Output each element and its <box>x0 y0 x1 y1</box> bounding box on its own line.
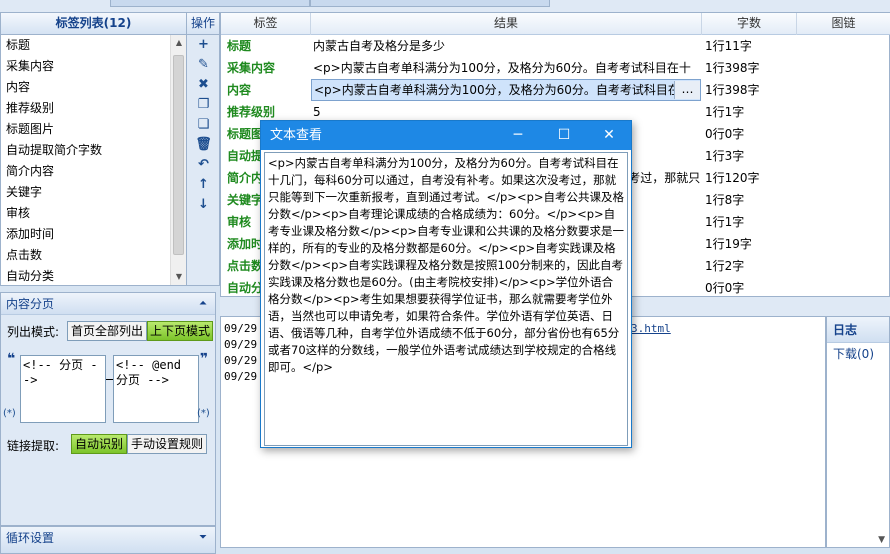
mode-all-button[interactable]: 首页全部列出 <box>67 321 147 341</box>
row-count: 1行19字 <box>705 237 752 251</box>
table-row[interactable]: 标题 内蒙古自考及格分是多少 1行11字 <box>221 35 890 57</box>
log-sidebar: 日志 下载(0) ▼ <box>826 316 890 548</box>
tag-list-scrollbar[interactable]: ▲ ▼ <box>170 35 186 285</box>
mode-prevnext-button[interactable]: 上下页模式 <box>147 321 213 341</box>
row-count: 1行1字 <box>705 215 745 229</box>
delete-icon[interactable]: ✖ <box>187 75 220 95</box>
page-start-marker-input[interactable]: <!-- 分页 --> <box>20 355 106 423</box>
row-count: 0行0字 <box>705 127 745 141</box>
row-count: 1行2字 <box>705 259 745 273</box>
col-chain[interactable]: 图链 <box>797 13 890 35</box>
log-line: 09/29 <box>224 354 258 367</box>
row-result[interactable]: 内蒙古自考及格分是多少 <box>313 35 701 57</box>
app-window: 标签列表(12) 标题 采集内容 内容 推荐级别 标题图片 自动提取简介字数 简介内容 关键字… <box>0 0 890 554</box>
tag-list-title: 标签列表(12) <box>1 13 186 35</box>
tag-list-item[interactable]: 采集内容 <box>1 56 171 77</box>
log-title: 日志 <box>827 317 889 343</box>
link-extract-label: 链接提取: <box>7 439 60 453</box>
operation-toolbar: 操作 + ✎ ✖ ❐ ❏ 🗑 ↶ ↑ ↓ <box>187 12 220 286</box>
tag-list-item[interactable]: 添加时间 <box>1 224 171 245</box>
row-result-text: 内蒙古自考及格分是多少 <box>313 39 446 53</box>
loop-settings-header[interactable]: 循环设置 ⏷ <box>0 526 216 554</box>
col-result[interactable]: 结果 <box>311 13 702 35</box>
log-link[interactable]: 3.html <box>631 322 671 335</box>
loop-title: 循环设置 <box>6 531 55 545</box>
copy-icon[interactable]: ❐ <box>187 95 220 115</box>
log-line: 09/29 <box>224 370 258 383</box>
row-count: 1行120字 <box>705 171 760 185</box>
tag-list-item[interactable]: 点击数 <box>1 245 171 266</box>
tag-list-item[interactable]: 内容 <box>1 77 171 98</box>
table-row[interactable]: 内容 <p>内蒙古自考单科满分为100分，及格分为60分。自考考试科目在十… 1行3… <box>221 79 890 101</box>
row-tag: 内容 <box>227 83 252 97</box>
arrow-down-icon[interactable]: ↓ <box>187 195 220 215</box>
col-count[interactable]: 字数 <box>702 13 797 35</box>
row-count: 1行398字 <box>705 83 760 97</box>
arrow-up-icon[interactable]: ↑ <box>187 175 220 195</box>
tag-list[interactable]: 标题 采集内容 内容 推荐级别 标题图片 自动提取简介字数 简介内容 关键字 审核 添加时间 点击数… <box>1 35 171 285</box>
toolbar-title: 操作 <box>187 13 219 35</box>
trash-icon[interactable]: 🗑 <box>187 135 220 155</box>
paging-header[interactable]: 内容分页 ⏶ <box>1 293 215 315</box>
paging-title: 内容分页 <box>6 297 55 311</box>
tag-list-item[interactable]: 审核 <box>1 203 171 224</box>
scroll-up-icon[interactable]: ▲ <box>171 35 187 51</box>
more-button[interactable]: … <box>674 81 700 99</box>
dialog-title: 文本查看 <box>270 128 323 143</box>
tag-list-item[interactable]: 自动分类 <box>1 266 171 285</box>
tag-list-item[interactable]: 标题图片 <box>1 119 171 140</box>
tag-list-item[interactable]: 简介内容 <box>1 161 171 182</box>
page-end-marker-input[interactable]: <!-- @end 分页 --> <box>113 355 199 423</box>
content-paging-panel: 内容分页 ⏶ 列出模式: 首页全部列出 上下页模式 ❝ <!-- 分页 --> … <box>0 292 216 526</box>
collapse-up-icon[interactable]: ⏶ <box>199 293 207 315</box>
row-result[interactable]: <p>内蒙古自考单科满分为100分，及格分为60分。自考考试科目在十 <box>313 57 701 79</box>
wildcard-right-icon[interactable]: (*) <box>197 408 210 419</box>
link-manual-button[interactable]: 手动设置规则 <box>127 434 207 454</box>
tag-list-panel: 标签列表(12) 标题 采集内容 内容 推荐级别 标题图片 自动提取简介字数 简介内容 关键字… <box>0 12 187 286</box>
link-auto-button[interactable]: 自动识别 <box>71 434 127 454</box>
tag-list-item[interactable]: 推荐级别 <box>1 98 171 119</box>
row-count: 1行3字 <box>705 149 745 163</box>
log-line: 09/29 <box>224 338 258 351</box>
scroll-thumb[interactable] <box>173 55 184 255</box>
top-tab[interactable] <box>110 0 310 7</box>
row-tag: 标题 <box>227 39 252 53</box>
dialog-text-area[interactable]: <p>内蒙古自考单科满分为100分，及格分为60分。自考考试科目在十几门，每科6… <box>264 152 628 446</box>
quote-open-icon: ❝ <box>7 351 16 367</box>
wildcard-left-icon[interactable]: (*) <box>3 408 16 419</box>
row-result-text: 5 <box>313 105 321 119</box>
minimize-icon[interactable]: ─ <box>495 121 541 150</box>
row-result-text: <p>内蒙古自考单科满分为100分，及格分为60分。自考考试科目在十 <box>314 83 692 97</box>
scroll-down-icon[interactable]: ▼ <box>878 535 885 545</box>
text-viewer-dialog: 文本查看 ─ ☐ ✕ <p>内蒙古自考单科满分为100分，及格分为60分。自考考… <box>260 120 632 448</box>
row-result-text: <p>内蒙古自考单科满分为100分，及格分为60分。自考考试科目在十 <box>313 61 691 75</box>
row-count: 1行11字 <box>705 39 752 53</box>
table-header: 标签 结果 字数 图链 <box>221 13 890 35</box>
tag-list-item[interactable]: 关键字 <box>1 182 171 203</box>
row-tag: 采集内容 <box>227 61 276 75</box>
log-line: 09/29 <box>224 322 258 335</box>
paste-icon[interactable]: ❏ <box>187 115 220 135</box>
row-result[interactable]: <p>内蒙古自考单科满分为100分，及格分为60分。自考考试科目在十… <box>311 79 701 101</box>
dialog-titlebar[interactable]: 文本查看 ─ ☐ ✕ <box>261 121 631 150</box>
close-icon[interactable]: ✕ <box>586 121 632 150</box>
tag-list-item[interactable]: 标题 <box>1 35 171 56</box>
download-count[interactable]: 下载(0) <box>827 343 889 365</box>
top-tab[interactable] <box>310 0 550 7</box>
row-count: 1行1字 <box>705 105 745 119</box>
col-tag[interactable]: 标签 <box>221 13 311 35</box>
list-mode-label: 列出模式: <box>7 325 60 339</box>
row-count: 1行8字 <box>705 193 745 207</box>
quote-close-icon: ❞ <box>200 351 209 367</box>
scroll-down-icon[interactable]: ▼ <box>171 269 187 285</box>
tag-list-item[interactable]: 自动提取简介字数 <box>1 140 171 161</box>
maximize-icon[interactable]: ☐ <box>541 121 587 150</box>
undo-icon[interactable]: ↶ <box>187 155 220 175</box>
row-count: 1行398字 <box>705 61 760 75</box>
row-count: 0行0字 <box>705 281 745 295</box>
pencil-icon[interactable]: ✎ <box>187 55 220 75</box>
collapse-down-icon[interactable]: ⏷ <box>199 527 207 549</box>
plus-icon[interactable]: + <box>187 35 220 55</box>
table-row[interactable]: 采集内容 <p>内蒙古自考单科满分为100分，及格分为60分。自考考试科目在十 1行… <box>221 57 890 79</box>
